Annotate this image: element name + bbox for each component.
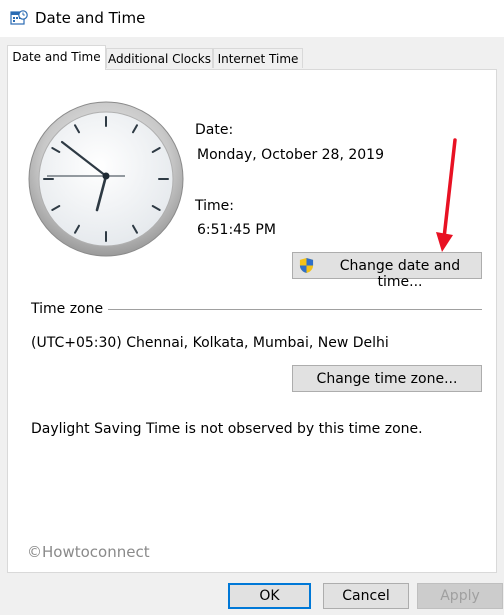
dst-note: Daylight Saving Time is not observed by … bbox=[31, 421, 423, 437]
change-date-and-time-label: Change date and time... bbox=[339, 258, 461, 290]
change-date-and-time-button[interactable]: Change date and time... bbox=[292, 252, 482, 290]
calendar-clock-icon bbox=[10, 10, 28, 25]
tab-additional-clocks[interactable]: Additional Clocks bbox=[106, 48, 213, 68]
cancel-button[interactable]: Cancel bbox=[323, 583, 409, 609]
date-label: Date: bbox=[195, 122, 234, 138]
time-zone-value: (UTC+05:30) Chennai, Kolkata, Mumbai, Ne… bbox=[31, 335, 389, 351]
tab-date-and-time[interactable]: Date and Time bbox=[7, 45, 106, 70]
red-arrow-annotation bbox=[436, 138, 457, 252]
time-zone-heading: Time zone bbox=[31, 301, 104, 317]
window-title: Date and Time bbox=[35, 9, 146, 27]
date-value: Monday, October 28, 2019 bbox=[197, 147, 384, 163]
ok-button[interactable]: OK bbox=[228, 583, 311, 609]
apply-button[interactable]: Apply bbox=[417, 583, 503, 609]
time-value: 6:51:45 PM bbox=[197, 222, 276, 238]
change-time-zone-button[interactable]: Change time zone... bbox=[292, 365, 482, 392]
time-zone-divider bbox=[108, 309, 482, 310]
tab-internet-time[interactable]: Internet Time bbox=[213, 48, 303, 68]
title-bar: Date and Time bbox=[0, 0, 504, 37]
time-label: Time: bbox=[195, 198, 234, 214]
uac-shield-icon bbox=[299, 258, 314, 273]
analog-clock bbox=[28, 101, 184, 257]
watermark: ©Howtoconnect bbox=[27, 543, 150, 561]
